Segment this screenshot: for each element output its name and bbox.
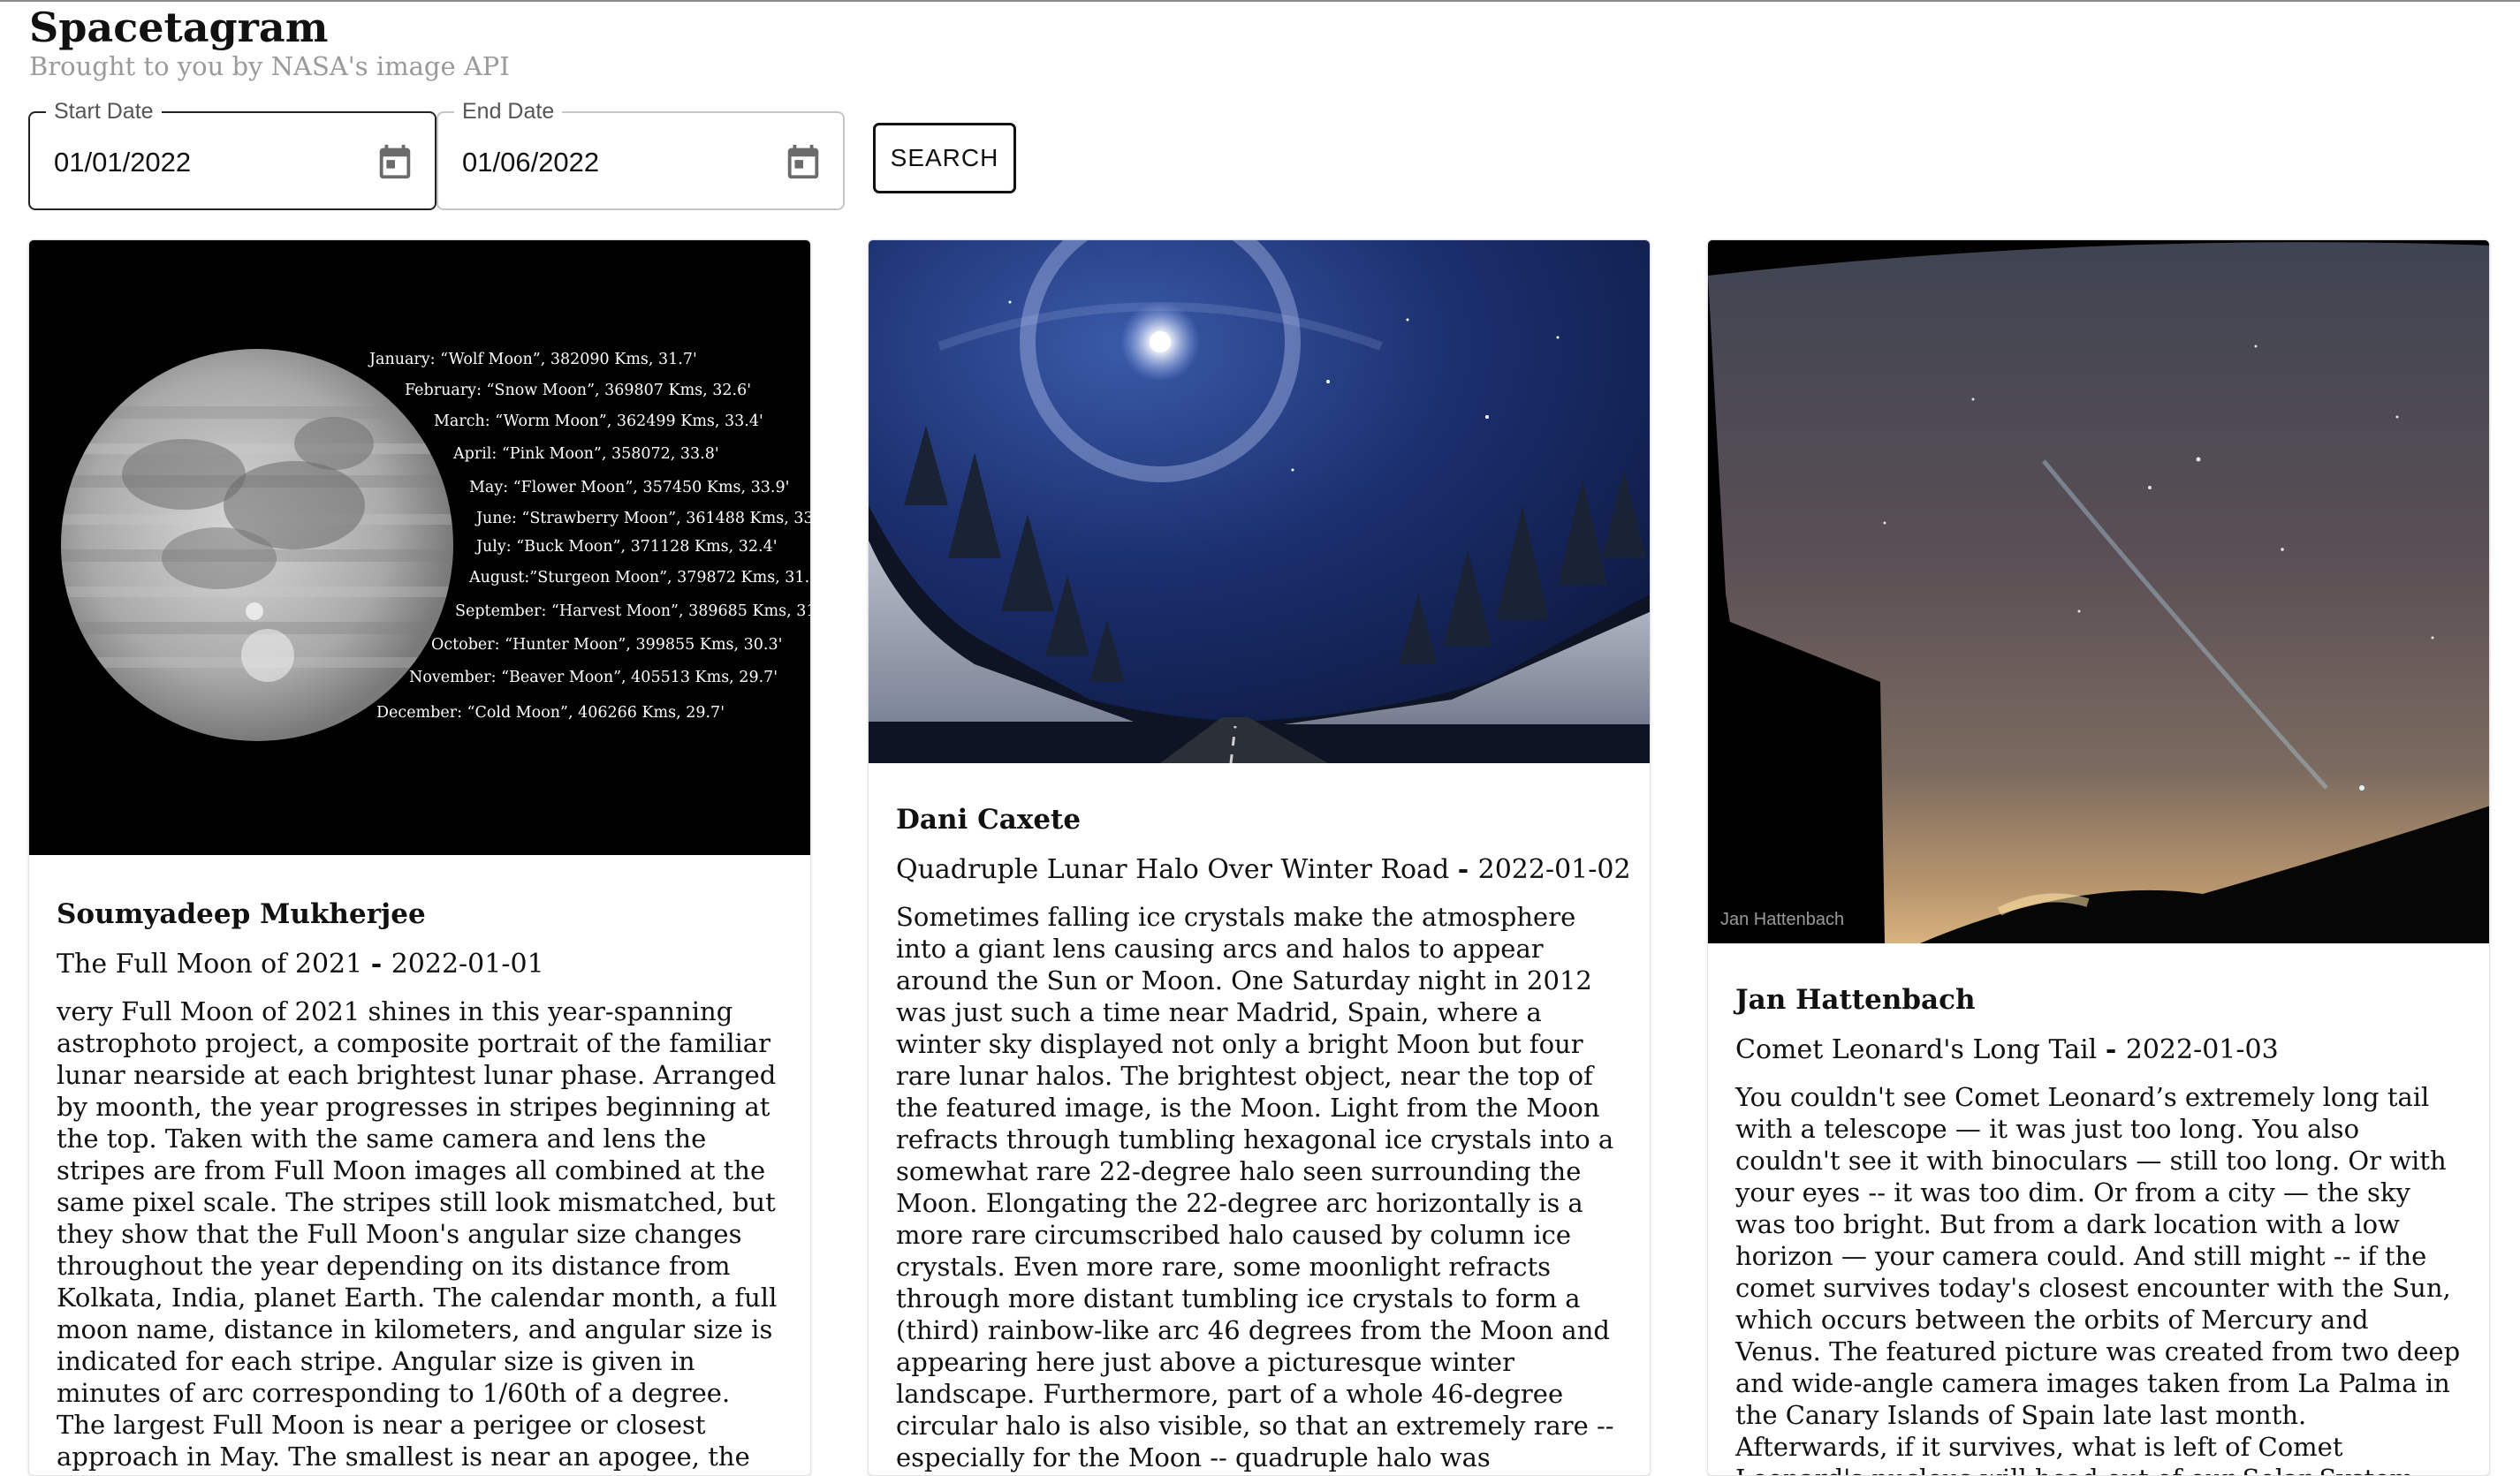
card-description: You couldn't see Comet Leonard’s extreme… — [1735, 1082, 2461, 1475]
start-date-field[interactable]: Start Date 01/01/2022 — [28, 100, 436, 210]
start-date-value[interactable]: 01/01/2022 — [54, 147, 191, 178]
card-author: Dani Caxete — [896, 804, 1082, 836]
full-moon-photo: January: “Wolf Moon”, 382090 Kms, 31.7' … — [29, 240, 811, 855]
moon-label-august: August:”Sturgeon Moon”, 379872 Kms, 31.8… — [468, 569, 811, 587]
photo-card: Dani Caxete Quadruple Lunar Halo Over Wi… — [868, 239, 1651, 1476]
moon-label-january: January: “Wolf Moon”, 382090 Kms, 31.7' — [368, 351, 697, 368]
start-date-label: Start Date — [46, 100, 162, 123]
card-description: very Full Moon of 2021 shines in this ye… — [57, 996, 778, 1475]
calendar-icon[interactable] — [375, 141, 415, 182]
card-date: 2022-01-01 — [391, 949, 544, 980]
moon-label-december: December: “Cold Moon”, 406266 Kms, 29.7' — [376, 704, 725, 722]
comet-leonard-photo: Jan Hattenbach — [1708, 240, 2489, 943]
search-button[interactable]: SEARCH — [873, 123, 1016, 193]
card-date: 2022-01-02 — [1477, 854, 1631, 885]
card-author: Jan Hattenbach — [1735, 984, 1976, 1016]
card-meta: Comet Leonard's Long Tail - 2022-01-03 — [1735, 1034, 2279, 1065]
moon-label-february: February: “Snow Moon”, 369807 Kms, 32.6' — [405, 382, 751, 399]
card-meta: Quadruple Lunar Halo Over Winter Road - … — [896, 854, 1631, 885]
card-title: Quadruple Lunar Halo Over Winter Road — [896, 854, 1450, 885]
moon-label-october: October: “Hunter Moon”, 399855 Kms, 30.3… — [431, 636, 782, 654]
app-title: Spacetagram — [29, 4, 329, 51]
end-date-label: End Date — [454, 100, 563, 123]
end-date-field[interactable]: End Date 01/06/2022 — [436, 100, 845, 210]
photo-card: Jan Hattenbach Jan Hattenbach Comet Leon… — [1707, 239, 2490, 1476]
moon-label-september: September: “Harvest Moon”, 389685 Kms, 3… — [455, 602, 811, 620]
card-date: 2022-01-03 — [2125, 1034, 2279, 1065]
moon-label-march: March: “Worm Moon”, 362499 Kms, 33.4' — [434, 413, 763, 430]
calendar-icon[interactable] — [783, 141, 824, 182]
end-date-value[interactable]: 01/06/2022 — [462, 147, 599, 178]
moon-label-may: May: “Flower Moon”, 357450 Kms, 33.9' — [469, 479, 789, 496]
lunar-halo-photo — [869, 240, 1650, 763]
card-title: The Full Moon of 2021 — [57, 949, 363, 980]
card-meta: The Full Moon of 2021 - 2022-01-01 — [57, 949, 544, 980]
moon-label-april: April: “Pink Moon”, 358072, 33.8' — [452, 445, 719, 463]
photo-card: January: “Wolf Moon”, 382090 Kms, 31.7' … — [28, 239, 811, 1476]
photo-credit: Jan Hattenbach — [1720, 910, 1844, 929]
app-subtitle: Brought to you by NASA's image API — [29, 51, 510, 81]
moon-label-june: June: “Strawberry Moon”, 361488 Kms, 33.… — [474, 510, 811, 527]
card-title: Comet Leonard's Long Tail — [1735, 1034, 2098, 1065]
moon-label-november: November: “Beaver Moon”, 405513 Kms, 29.… — [409, 669, 778, 686]
card-description: Sometimes falling ice crystals make the … — [896, 902, 1614, 1475]
moon-label-july: July: “Buck Moon”, 371128 Kms, 32.4' — [474, 538, 778, 556]
card-author: Soumyadeep Mukherjee — [57, 898, 426, 930]
